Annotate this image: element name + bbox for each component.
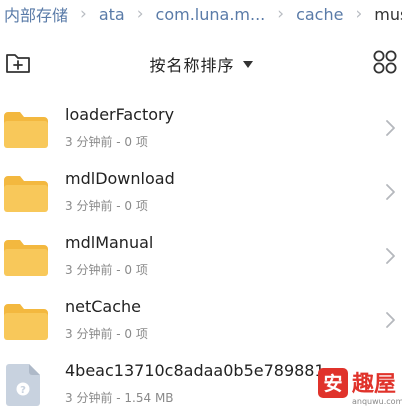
breadcrumb-internal-storage[interactable]: 内部存储: [4, 2, 68, 26]
file-name: 4beac13710c8adaa0b5e789881: [65, 361, 325, 380]
sort-dropdown: 按名称排序: [0, 50, 402, 78]
folder-icon: [4, 304, 48, 340]
breadcrumb-com-luna[interactable]: com.luna.m...: [156, 5, 266, 24]
chevron-right-icon: [386, 120, 395, 136]
caret-down-icon[interactable]: [242, 60, 253, 68]
folder-icon: [4, 240, 48, 276]
watermark-domain: anquwu.com: [352, 397, 402, 406]
sort-label[interactable]: 按名称排序: [149, 52, 234, 76]
file-meta: 3 分钟前 - 1.54 MB: [65, 391, 174, 405]
folder-icon: [4, 112, 48, 148]
list-item[interactable]: mdlManual 3 分钟前 - 0 项: [0, 226, 402, 290]
folder-icon: [4, 176, 48, 212]
file-name: mdlDownload: [65, 169, 175, 188]
list-item[interactable]: mdlDownload 3 分钟前 - 0 项: [0, 162, 402, 226]
new-folder-icon[interactable]: [4, 50, 32, 76]
breadcrumb-ata[interactable]: ata: [99, 5, 125, 24]
file-name: loaderFactory: [65, 105, 175, 124]
file-meta: 3 分钟前 - 0 项: [65, 263, 148, 277]
chevron-right-icon: [386, 248, 395, 264]
chevron-right-icon: [386, 184, 395, 200]
breadcrumb-cache[interactable]: cache: [296, 5, 343, 24]
list-item[interactable]: loaderFactory 3 分钟前 - 0 项: [0, 98, 402, 162]
file-name: mdlManual: [65, 233, 154, 252]
list-item[interactable]: netCache 3 分钟前 - 0 项: [0, 290, 402, 354]
file-name: netCache: [65, 297, 142, 316]
site-watermark-logo: 安 趣屋 anquwu.com: [318, 368, 402, 406]
file-meta: 3 分钟前 - 0 项: [65, 199, 148, 213]
grid-view-icon[interactable]: [372, 49, 398, 75]
svg-text:?: ?: [20, 385, 26, 396]
toolbar: 按名称排序: [0, 44, 402, 84]
file-meta: 3 分钟前 - 0 项: [65, 135, 148, 149]
chevron-right-icon: ›: [355, 4, 363, 24]
chevron-right-icon: ›: [80, 4, 87, 24]
file-meta: 3 分钟前 - 0 项: [65, 327, 148, 341]
breadcrumb: 内部存储 › ata › com.luna.m... › cache › mus…: [0, 0, 402, 28]
chevron-right-icon: ›: [136, 4, 144, 24]
watermark-brand-char: 安: [323, 372, 342, 395]
watermark-brand-text: 趣屋: [351, 371, 396, 397]
chevron-right-icon: [386, 312, 395, 328]
breadcrumb-music: music: [374, 4, 402, 24]
chevron-right-icon: ›: [277, 4, 285, 24]
unknown-file-icon: ?: [6, 364, 40, 406]
